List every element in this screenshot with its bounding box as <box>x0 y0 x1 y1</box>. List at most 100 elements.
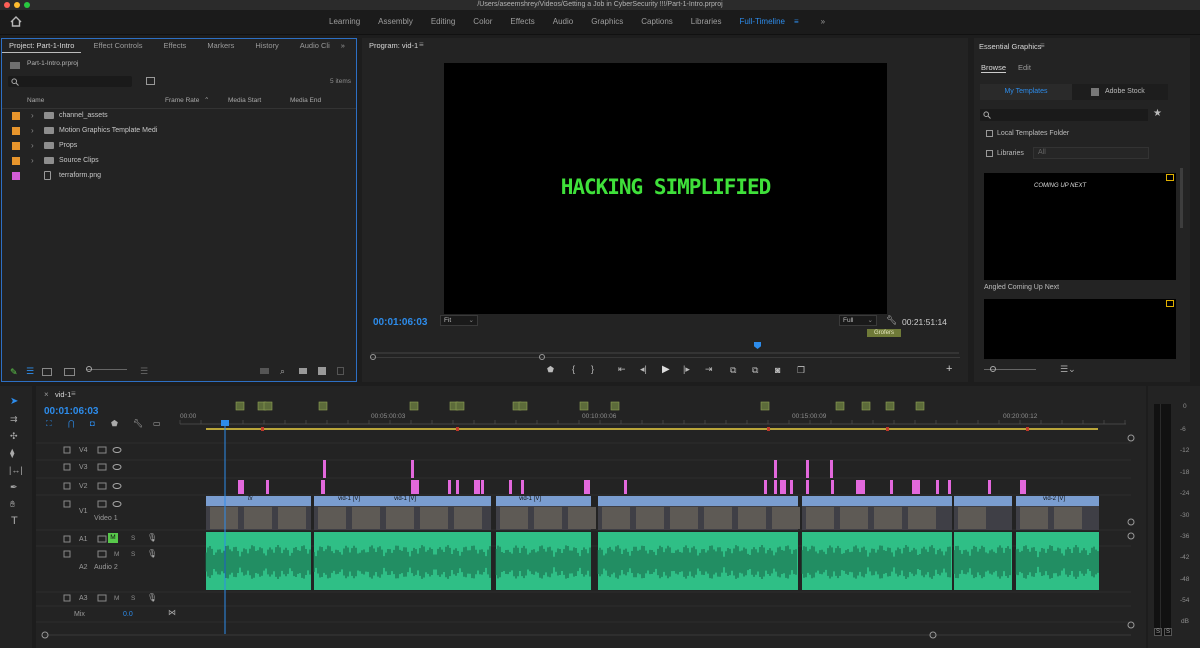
sort-menu-icon[interactable]: ☰⌄ <box>1060 364 1076 375</box>
step-forward-icon[interactable]: |▸ <box>683 364 690 375</box>
zoom-scroll-handle-right[interactable] <box>539 354 545 360</box>
column-media-start[interactable]: Media Start <box>228 97 261 104</box>
clear-icon[interactable] <box>337 367 344 375</box>
list-item[interactable]: › Motion Graphics Template Medi <box>2 123 356 138</box>
type-tool-icon[interactable]: T <box>11 515 18 527</box>
chevron-right-icon[interactable]: › <box>31 123 34 138</box>
home-icon[interactable] <box>10 16 22 27</box>
column-frame-rate[interactable]: Frame Rate <box>165 97 199 104</box>
workspace-tab-captions[interactable]: Captions <box>632 10 682 34</box>
template-thumbnail[interactable] <box>984 299 1176 359</box>
tab-project[interactable]: Project: Part-1-Intro <box>2 39 82 53</box>
tab-browse[interactable]: Browse <box>981 63 1007 73</box>
icon-view-icon[interactable] <box>42 368 52 376</box>
selection-tool-icon[interactable]: ➤ <box>10 396 18 407</box>
list-view-icon[interactable]: ☰ <box>26 366 34 377</box>
slip-tool-icon[interactable]: |↔| <box>9 465 23 475</box>
template-thumbnail[interactable]: COMING UP NEXT <box>984 173 1176 280</box>
star-icon[interactable]: ★ <box>1153 108 1162 119</box>
new-item-icon[interactable] <box>318 367 326 375</box>
tab-audio-clip[interactable]: Audio Cli <box>286 39 337 53</box>
workspace-tab-editing[interactable]: Editing <box>422 10 464 34</box>
program-time-ruler[interactable] <box>371 348 959 354</box>
zoom-scroll-handle-left[interactable] <box>370 354 376 360</box>
scrollbar[interactable] <box>1180 168 1183 228</box>
mute-a3-button[interactable]: M <box>114 595 119 602</box>
solo-a1-button[interactable]: S <box>131 535 135 542</box>
workspace-tab-libraries[interactable]: Libraries <box>682 10 731 34</box>
mute-a2-button[interactable]: M <box>114 551 119 558</box>
pencil-icon[interactable]: ✎ <box>10 367 18 378</box>
program-timecode[interactable]: 00:01:06:03 <box>373 317 427 328</box>
template-search-input[interactable] <box>980 109 1148 121</box>
workspace-tab-audio[interactable]: Audio <box>544 10 582 34</box>
play-icon[interactable]: ▶ <box>662 364 670 375</box>
list-item[interactable]: › Props <box>2 138 356 153</box>
track-select-tool-icon[interactable]: ⇉ <box>10 414 18 425</box>
tab-markers[interactable]: Markers <box>193 39 241 53</box>
workspace-tab-color[interactable]: Color <box>464 10 501 34</box>
microphone-icon[interactable]: 🎙︎ <box>147 593 157 602</box>
list-item[interactable]: terraform.png <box>2 168 356 183</box>
step-back-icon[interactable]: ◂| <box>640 364 647 375</box>
mix-volume-value[interactable]: 0.0 <box>123 611 133 618</box>
new-bin-from-search-icon[interactable] <box>146 77 155 85</box>
chevron-right-icon[interactable]: › <box>31 138 34 153</box>
go-to-out-icon[interactable]: ⇥ <box>705 364 713 375</box>
camera-icon[interactable]: ◙ <box>775 365 780 375</box>
project-search-input[interactable] <box>8 76 132 87</box>
freeform-view-icon[interactable] <box>64 368 75 376</box>
workspace-tab-learning[interactable]: Learning <box>320 10 369 34</box>
sort-icons-icon[interactable]: ☰ <box>140 366 148 377</box>
tab-effect-controls[interactable]: Effect Controls <box>81 39 149 53</box>
lift-icon[interactable]: ⧉ <box>730 365 736 376</box>
mark-out-icon[interactable]: } <box>591 364 594 374</box>
microphone-icon[interactable]: 🎙︎ <box>147 549 157 558</box>
playback-resolution-select[interactable]: Full ⌄ <box>839 315 877 326</box>
solo-a2-button[interactable]: S <box>131 551 135 558</box>
microphone-icon[interactable]: 🎙︎ <box>147 533 157 542</box>
extract-icon[interactable]: ⧉ <box>752 365 758 376</box>
add-button-icon[interactable]: + <box>946 363 952 375</box>
column-media-end[interactable]: Media End <box>290 97 321 104</box>
solo-right-button[interactable]: S <box>1164 628 1172 636</box>
solo-left-button[interactable]: S <box>1154 628 1162 636</box>
thumbnail-size-handle[interactable] <box>990 366 996 372</box>
chevron-right-icon[interactable]: › <box>31 108 34 123</box>
workspace-tab-effects[interactable]: Effects <box>501 10 543 34</box>
tab-edit[interactable]: Edit <box>1018 63 1031 72</box>
list-item[interactable]: › channel_assets <box>2 108 356 123</box>
mix-split-icon[interactable]: ⋈ <box>168 608 176 617</box>
program-monitor-title[interactable]: Program: vid-1 <box>369 41 418 50</box>
zoom-scroll-bar[interactable] <box>370 357 960 358</box>
timeline-canvas[interactable] <box>36 386 1146 648</box>
more-workspaces-icon[interactable]: » <box>815 10 831 34</box>
marker-label[interactable]: Grofers <box>867 329 901 337</box>
tab-effects[interactable]: Effects <box>150 39 194 53</box>
local-templates-checkbox[interactable] <box>986 130 993 137</box>
zoom-slider-handle[interactable] <box>86 366 92 372</box>
ripple-edit-tool-icon[interactable]: ✣ <box>10 431 18 442</box>
comparison-view-icon[interactable]: ❐ <box>797 365 805 376</box>
workspace-tab-assembly[interactable]: Assembly <box>369 10 422 34</box>
libraries-checkbox[interactable] <box>986 150 993 157</box>
workspace-menu-icon[interactable]: ≡ <box>794 10 815 34</box>
panel-menu-icon[interactable]: ≡ <box>419 40 424 49</box>
new-bin-icon[interactable] <box>299 368 307 374</box>
add-marker-icon[interactable]: ⬟ <box>547 365 554 374</box>
panel-overflow-icon[interactable]: » <box>337 39 352 53</box>
mark-in-icon[interactable]: { <box>572 364 575 374</box>
tab-adobe-stock[interactable]: Adobe Stock <box>1072 84 1168 100</box>
panel-menu-icon[interactable]: ≡ <box>1040 41 1045 50</box>
workspace-tab-graphics[interactable]: Graphics <box>582 10 632 34</box>
automate-to-sequence-icon[interactable] <box>260 368 269 374</box>
wrench-icon[interactable]: 🔧︎ <box>886 315 897 326</box>
list-item[interactable]: › Source Clips <box>2 153 356 168</box>
program-video-frame[interactable]: HACKING SIMPLIFIED <box>444 63 887 314</box>
pen-tool-icon[interactable]: ✒ <box>10 482 18 493</box>
razor-tool-icon[interactable]: ⧫ <box>10 448 14 459</box>
solo-a3-button[interactable]: S <box>131 595 135 602</box>
zoom-level-select[interactable]: Fit ⌄ <box>440 315 478 326</box>
column-name[interactable]: Name <box>27 97 44 104</box>
chevron-right-icon[interactable]: › <box>31 153 34 168</box>
